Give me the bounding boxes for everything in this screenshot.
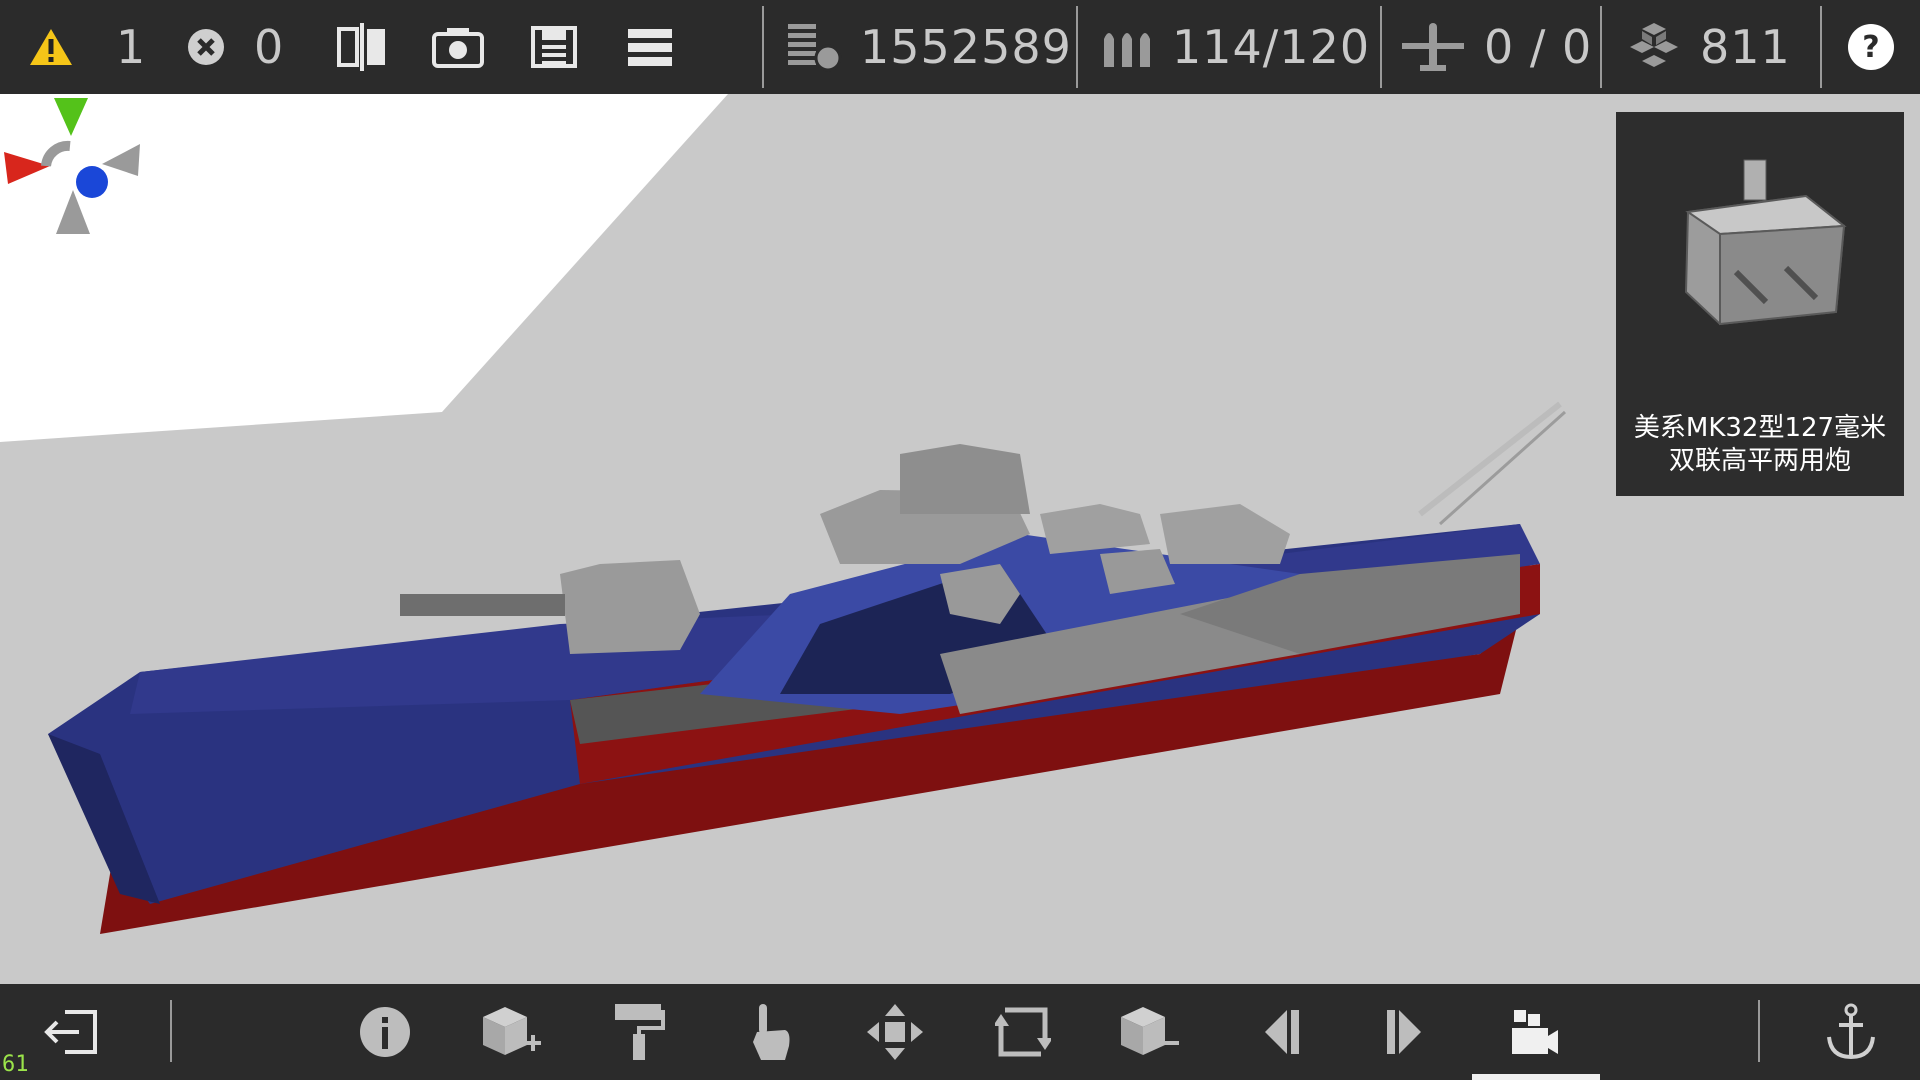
ammo-icon (1104, 33, 1150, 67)
screenshot-button[interactable] (420, 0, 496, 94)
move-arrows-icon (867, 1004, 923, 1060)
redo-button[interactable] (1360, 984, 1450, 1080)
save-icon (531, 26, 577, 68)
separator (1380, 6, 1382, 88)
separator (762, 6, 764, 88)
anchor-icon (1827, 1003, 1875, 1060)
svg-text:?: ? (1862, 30, 1879, 65)
remove-cube-icon (1121, 1007, 1179, 1055)
info-button[interactable] (340, 984, 430, 1080)
aircraft-value: 0 / 0 (1484, 20, 1593, 74)
aircraft-stat: 0 / 0 (1400, 0, 1592, 94)
warning-icon (30, 29, 72, 65)
paint-roller-icon (615, 1004, 665, 1060)
mirror-icon (337, 23, 385, 71)
menu-button[interactable] (612, 0, 688, 94)
parts-stat: 811 (1626, 0, 1791, 94)
camera-view-icon (1512, 1010, 1558, 1054)
errors-indicator[interactable]: 0 (186, 0, 284, 94)
save-button[interactable] (516, 0, 592, 94)
warnings-indicator[interactable]: 1 (28, 0, 146, 94)
remove-part-button[interactable] (1104, 984, 1194, 1080)
separator (1076, 6, 1078, 88)
anchor-button[interactable] (1806, 984, 1896, 1080)
move-button[interactable] (850, 984, 940, 1080)
separator (1600, 6, 1602, 88)
menu-icon (628, 29, 672, 66)
rotate-icon (995, 1007, 1051, 1057)
parts-icon (1630, 23, 1678, 67)
separator (170, 1000, 172, 1062)
ammo-value: 114/120 (1172, 20, 1371, 74)
undo-button[interactable] (1236, 984, 1326, 1080)
camera-icon (432, 28, 484, 68)
fps-counter: 61 (2, 1052, 29, 1077)
active-tool-indicator (1472, 1074, 1600, 1080)
axis-gizmo-icon[interactable] (0, 94, 150, 240)
ammo-stat: 114/120 (1102, 0, 1370, 94)
error-icon (188, 29, 224, 65)
part-name-line1: 美系MK32型127毫米 (1633, 413, 1887, 443)
exit-button[interactable] (26, 984, 116, 1080)
errors-count: 0 (254, 20, 285, 74)
selected-part-name: 美系MK32型127毫米 双联高平两用炮 (1616, 412, 1904, 478)
aircraft-icon (1402, 23, 1464, 71)
camera-view-button[interactable] (1490, 984, 1580, 1080)
separator (1758, 1000, 1760, 1062)
hand-pointer-icon (753, 1004, 790, 1060)
warnings-count: 1 (116, 20, 147, 74)
cost-stat: 1552589 (786, 0, 1072, 94)
info-icon (360, 1007, 410, 1057)
add-cube-icon (483, 1007, 541, 1055)
selected-part-panel: 美系MK32型127毫米 双联高平两用炮 (1616, 112, 1904, 496)
help-icon: ? (1848, 24, 1894, 70)
cost-value: 1552589 (860, 20, 1072, 74)
mirror-button[interactable] (324, 0, 400, 94)
part-preview-icon (1684, 159, 1847, 326)
select-button[interactable] (726, 984, 816, 1080)
add-part-button[interactable] (466, 984, 556, 1080)
redo-icon (1387, 1010, 1421, 1054)
part-name-line2: 双联高平两用炮 (1668, 446, 1851, 476)
help-button[interactable]: ? (1836, 0, 1906, 94)
bottom-toolbar (0, 984, 1920, 1080)
exit-icon (44, 1010, 97, 1054)
separator (1820, 6, 1822, 88)
paint-button[interactable] (594, 984, 684, 1080)
undo-icon (1265, 1010, 1299, 1054)
top-toolbar: 1 0 1552589 114/120 0 / 0 811 ? (0, 0, 1920, 94)
rotate-button[interactable] (978, 984, 1068, 1080)
parts-value: 811 (1700, 20, 1791, 74)
cost-icon (788, 24, 842, 72)
